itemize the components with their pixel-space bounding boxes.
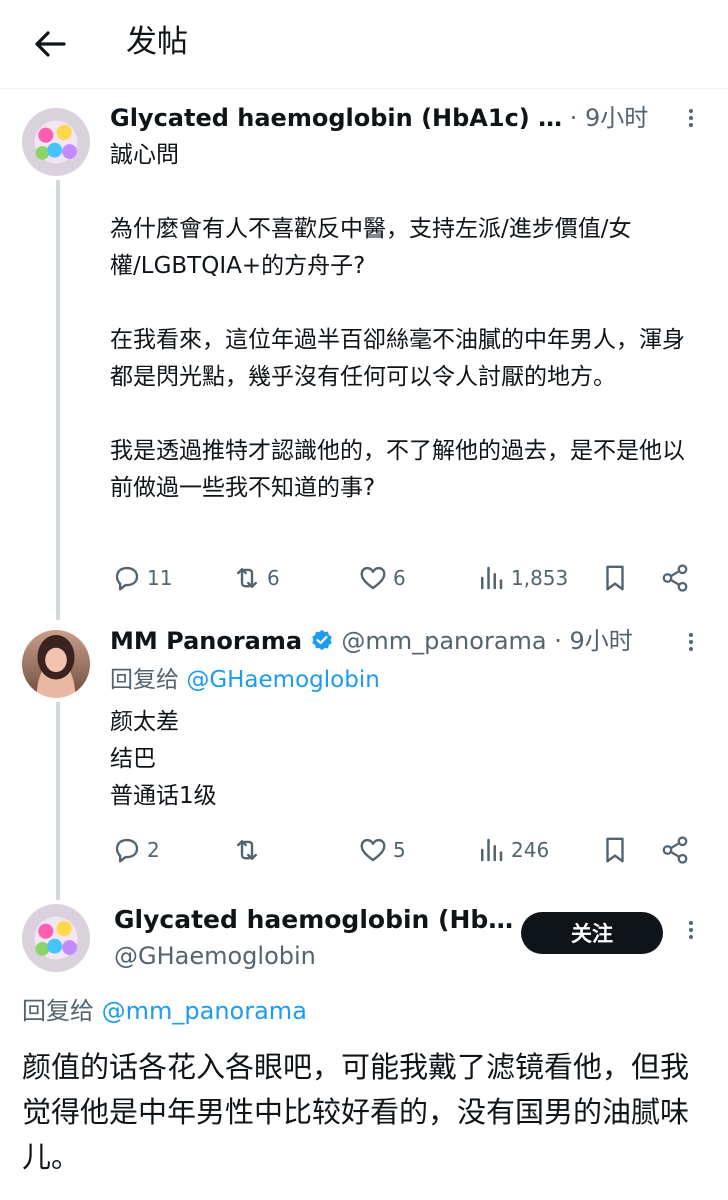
reply-context: 回复给 @GHaemoglobin xyxy=(110,665,380,695)
views-count: 246 xyxy=(511,838,550,862)
views-button[interactable]: 1,853 xyxy=(476,560,568,596)
retweet-button[interactable]: 6 xyxy=(232,560,280,596)
retweet-button[interactable] xyxy=(232,832,267,868)
views-icon xyxy=(481,566,503,590)
tweet-actions: 2 5 246 xyxy=(110,832,706,868)
bookmark-icon xyxy=(606,837,624,863)
mention-link[interactable]: @mm_panorama xyxy=(102,997,307,1025)
reply-count: 2 xyxy=(147,838,160,862)
reply-button[interactable]: 2 xyxy=(112,832,160,868)
tweet-header: MM Panorama @mm_panorama · 9小时 xyxy=(110,625,633,657)
share-icon xyxy=(662,564,688,592)
handle[interactable]: @GHaemoglobin xyxy=(114,940,316,972)
reply-icon xyxy=(115,838,139,863)
back-arrow-icon xyxy=(35,31,66,57)
display-name[interactable]: Glycated haemoglobin (HbA1c) … xyxy=(110,104,562,132)
page-title: 发帖 xyxy=(126,24,188,60)
top-bar: 发帖 xyxy=(0,0,728,89)
bookmark-button[interactable] xyxy=(600,560,630,596)
tweet-text: 颜值的话各花入各眼吧，可能我戴了滤镜看他，但我觉得他是中年男性中比较好看的，没有… xyxy=(22,1050,690,1174)
share-button[interactable] xyxy=(660,560,690,596)
views-button[interactable]: 246 xyxy=(476,832,549,868)
timestamp[interactable]: · 9小时 xyxy=(562,104,649,132)
reply-button[interactable]: 11 xyxy=(112,560,172,596)
follow-button[interactable]: 关注 xyxy=(521,912,663,954)
avatar[interactable] xyxy=(22,108,90,176)
like-icon xyxy=(360,838,386,862)
views-count: 1,853 xyxy=(511,566,569,590)
more-icon[interactable] xyxy=(687,106,695,134)
reply-count: 11 xyxy=(147,566,173,590)
thread-line xyxy=(56,180,60,620)
share-button[interactable] xyxy=(660,832,690,868)
tweet-text: 颜太差 结巴 普通话1级 xyxy=(110,709,217,809)
timestamp[interactable]: · 9小时 xyxy=(547,627,633,655)
retweet-icon xyxy=(237,840,257,860)
handle[interactable]: @mm_panorama xyxy=(341,627,546,655)
tweet-header: Glycated haemoglobin (HbA1c) … · 9小时 xyxy=(110,102,648,134)
share-icon xyxy=(662,836,688,864)
tweet-actions: 11 6 6 1,853 xyxy=(110,560,706,596)
reply-icon xyxy=(115,566,139,591)
like-count: 5 xyxy=(393,838,406,862)
like-count: 6 xyxy=(393,566,406,590)
tweet-text: 誠心問 為什麼會有人不喜歡反中醫，支持左派/進步價值/女權/LGBTQIA+的方… xyxy=(110,142,685,501)
reply-prefix: 回复给 xyxy=(110,667,187,693)
display-name[interactable]: Glycated haemoglobin (Hb… xyxy=(114,904,513,936)
reply-context: 回复给 @mm_panorama xyxy=(22,996,307,1026)
retweet-count: 6 xyxy=(267,566,280,590)
views-icon xyxy=(481,838,503,862)
bookmark-icon xyxy=(606,565,624,591)
avatar[interactable] xyxy=(22,904,90,972)
more-icon[interactable] xyxy=(687,630,695,658)
retweet-icon xyxy=(237,568,257,588)
reply-prefix: 回复给 xyxy=(22,997,102,1025)
more-icon[interactable] xyxy=(687,918,695,946)
display-name[interactable]: MM Panorama xyxy=(110,627,302,655)
avatar[interactable] xyxy=(22,630,90,698)
like-button[interactable]: 5 xyxy=(358,832,406,868)
bookmark-button[interactable] xyxy=(600,832,630,868)
thread-line xyxy=(56,702,60,900)
back-button[interactable] xyxy=(30,24,70,64)
mention-link[interactable]: @GHaemoglobin xyxy=(186,667,379,693)
verified-badge-icon xyxy=(311,629,332,651)
like-icon xyxy=(360,566,386,590)
like-button[interactable]: 6 xyxy=(358,560,406,596)
